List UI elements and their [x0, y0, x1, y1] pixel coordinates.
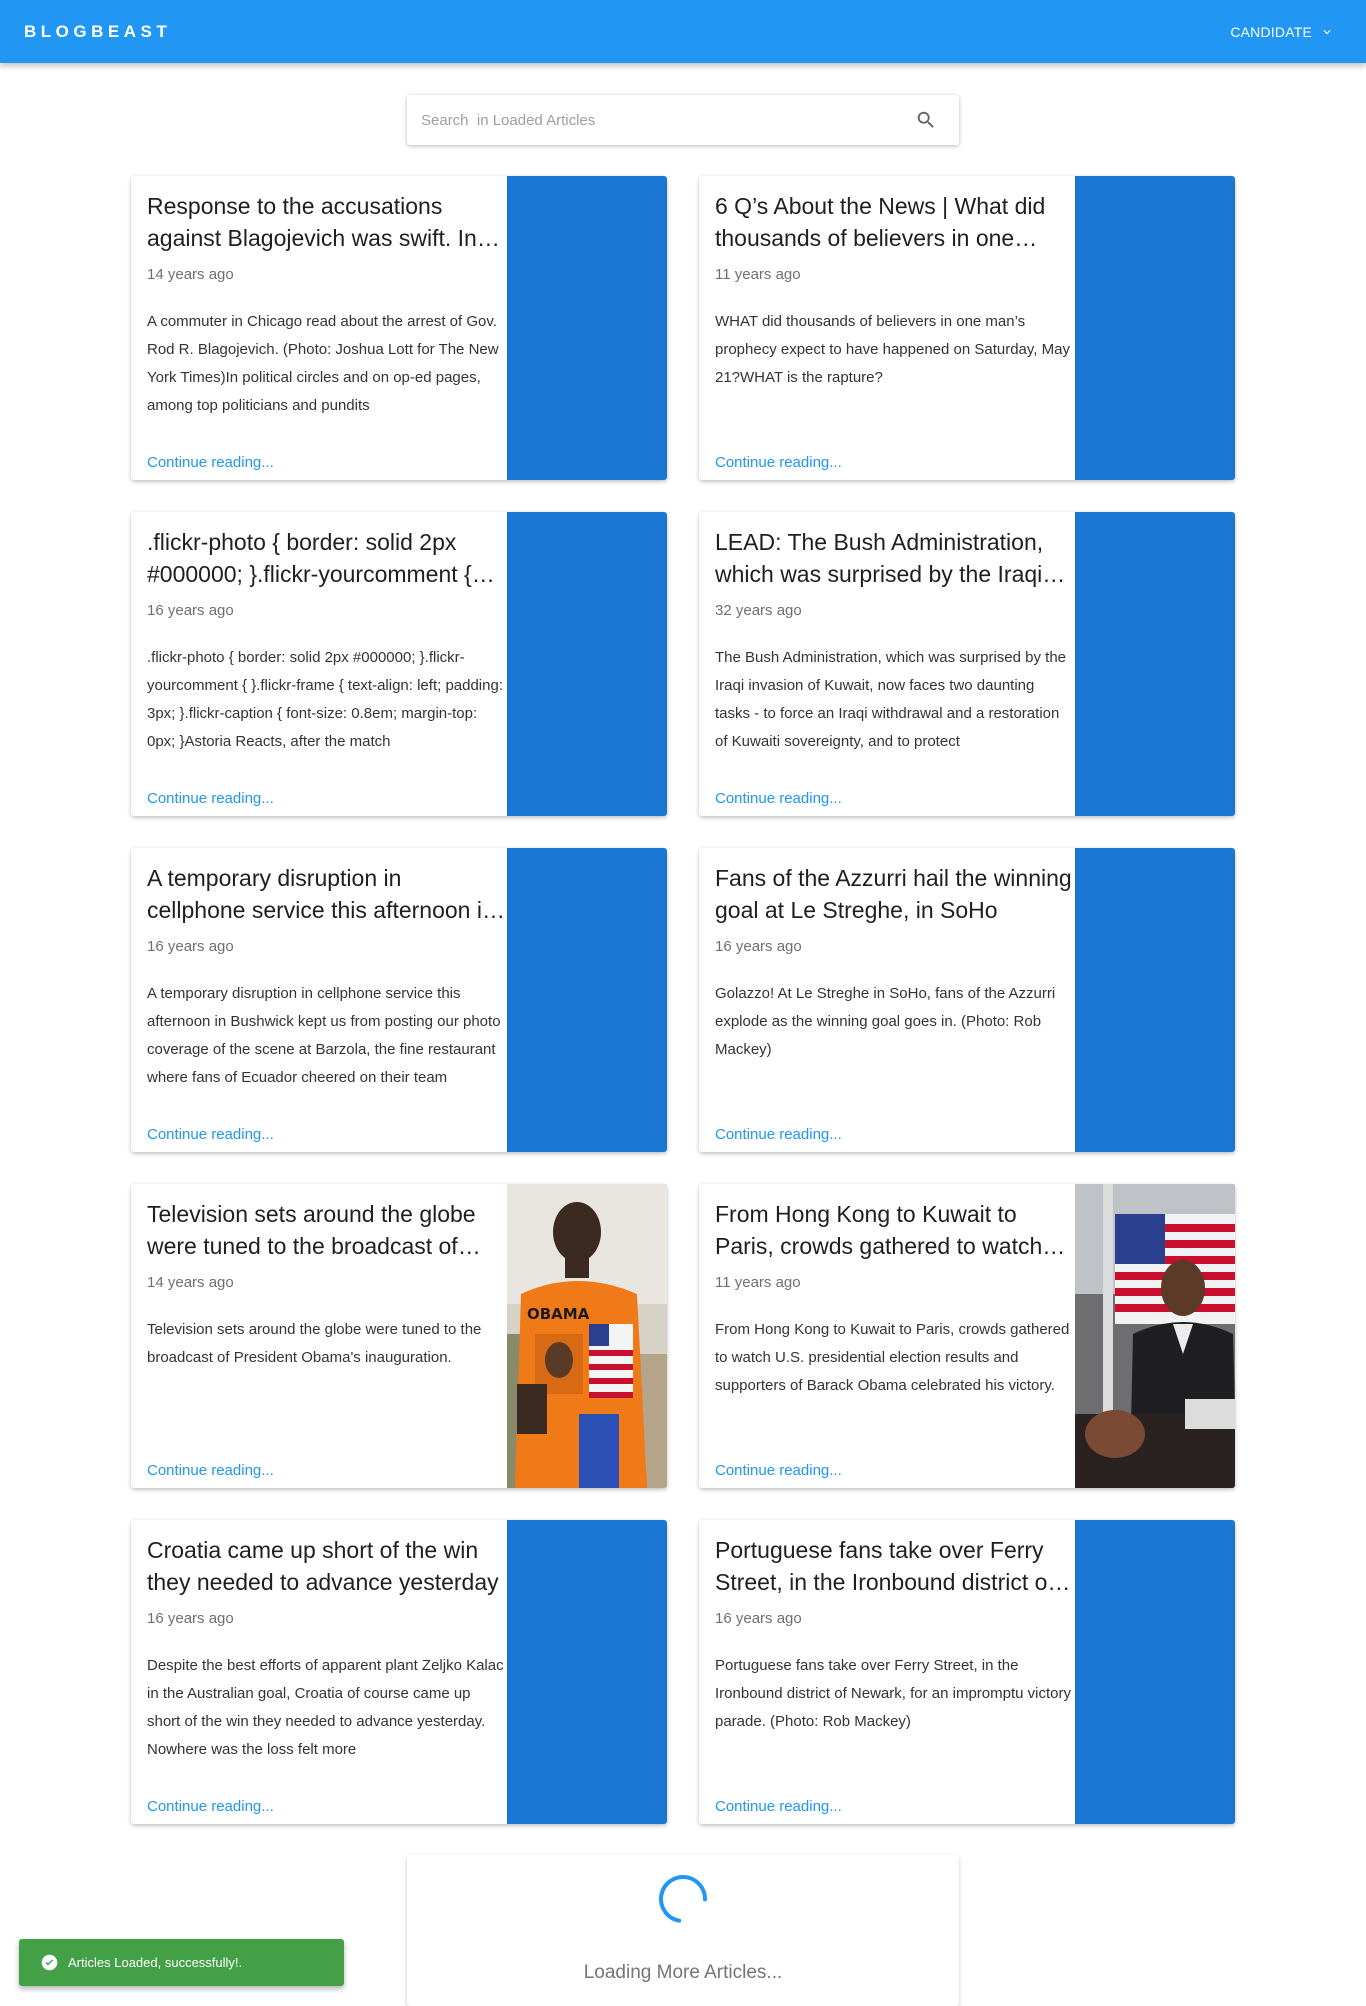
- continue-reading-link[interactable]: Continue reading...: [715, 1798, 842, 1815]
- article-media-placeholder: [507, 512, 667, 816]
- brand-logo[interactable]: BLOGBEAST: [24, 22, 171, 42]
- article-card: Television sets around the globe were tu…: [131, 1184, 667, 1488]
- article-title[interactable]: Croatia came up short of the win they ne…: [147, 1534, 505, 1598]
- continue-reading-link[interactable]: Continue reading...: [147, 454, 274, 471]
- article-card-body: Portuguese fans take over Ferry Street, …: [715, 1534, 1073, 1815]
- article-title[interactable]: A temporary disruption in cellphone serv…: [147, 862, 505, 926]
- continue-reading-link[interactable]: Continue reading...: [147, 1798, 274, 1815]
- user-menu-label: CANDIDATE: [1230, 23, 1312, 40]
- continue-reading-link[interactable]: Continue reading...: [715, 454, 842, 471]
- photo-obama-flag-icon: [1075, 1184, 1235, 1488]
- article-card-body: 6 Q’s About the News | What did thousand…: [715, 190, 1073, 471]
- toast-message: Articles Loaded, successfully!.: [68, 1955, 243, 1970]
- article-media-placeholder: [507, 1520, 667, 1824]
- article-photo: OBAMA: [507, 1184, 667, 1488]
- article-title[interactable]: LEAD: The Bush Administration, which was…: [715, 526, 1073, 590]
- article-photo: [1075, 1184, 1235, 1488]
- article-date: 16 years ago: [147, 602, 234, 619]
- article-card: Response to the accusations against Blag…: [131, 176, 667, 480]
- loading-more-text: Loading More Articles...: [583, 1962, 783, 1983]
- success-toast[interactable]: Articles Loaded, successfully!.: [19, 1939, 344, 1986]
- article-card: Fans of the Azzurri hail the winning goa…: [699, 848, 1235, 1152]
- article-excerpt: From Hong Kong to Kuwait to Paris, crowd…: [715, 1321, 1070, 1394]
- article-card: A temporary disruption in cellphone serv…: [131, 848, 667, 1152]
- spinner-icon: [659, 1875, 707, 1923]
- article-excerpt: A commuter in Chicago read about the arr…: [147, 313, 499, 414]
- svg-text:OBAMA: OBAMA: [527, 1305, 590, 1323]
- article-date: 14 years ago: [147, 1274, 234, 1291]
- article-title[interactable]: Fans of the Azzurri hail the winning goa…: [715, 862, 1073, 926]
- article-card: From Hong Kong to Kuwait to Paris, crowd…: [699, 1184, 1235, 1488]
- app-bar: BLOGBEAST CANDIDATE: [0, 0, 1366, 63]
- article-card-body: A temporary disruption in cellphone serv…: [147, 862, 505, 1143]
- search-box: [407, 95, 959, 145]
- article-title[interactable]: Portuguese fans take over Ferry Street, …: [715, 1534, 1073, 1598]
- article-card-body: Fans of the Azzurri hail the winning goa…: [715, 862, 1073, 1143]
- article-card: Croatia came up short of the win they ne…: [131, 1520, 667, 1824]
- article-title[interactable]: Television sets around the globe were tu…: [147, 1198, 505, 1262]
- article-date: 14 years ago: [147, 266, 234, 283]
- article-excerpt: The Bush Administration, which was surpr…: [715, 649, 1066, 750]
- article-excerpt: A temporary disruption in cellphone serv…: [147, 985, 501, 1086]
- article-card-body: Croatia came up short of the win they ne…: [147, 1534, 505, 1815]
- article-title[interactable]: .flickr-photo { border: solid 2px #00000…: [147, 526, 505, 590]
- article-excerpt: Portuguese fans take over Ferry Street, …: [715, 1657, 1071, 1730]
- search-icon[interactable]: [915, 109, 937, 131]
- article-excerpt: .flickr-photo { border: solid 2px #00000…: [147, 649, 503, 750]
- article-date: 11 years ago: [715, 266, 801, 283]
- article-media-placeholder: [507, 848, 667, 1152]
- article-card-body: Television sets around the globe were tu…: [147, 1198, 505, 1479]
- article-date: 16 years ago: [147, 1610, 234, 1627]
- article-date: 11 years ago: [715, 1274, 801, 1291]
- article-card: 6 Q’s About the News | What did thousand…: [699, 176, 1235, 480]
- article-media-placeholder: [1075, 512, 1235, 816]
- article-media-placeholder: [1075, 848, 1235, 1152]
- article-media-placeholder: [507, 176, 667, 480]
- article-card-body: From Hong Kong to Kuwait to Paris, crowd…: [715, 1198, 1073, 1479]
- article-date: 16 years ago: [715, 938, 802, 955]
- continue-reading-link[interactable]: Continue reading...: [715, 1126, 842, 1143]
- continue-reading-link[interactable]: Continue reading...: [147, 790, 274, 807]
- article-title[interactable]: Response to the accusations against Blag…: [147, 190, 505, 254]
- continue-reading-link[interactable]: Continue reading...: [715, 1462, 842, 1479]
- article-card-body: LEAD: The Bush Administration, which was…: [715, 526, 1073, 807]
- article-media-placeholder: [1075, 176, 1235, 480]
- article-media-placeholder: [1075, 1520, 1235, 1824]
- article-excerpt: Television sets around the globe were tu…: [147, 1321, 482, 1366]
- article-card-body: Response to the accusations against Blag…: [147, 190, 505, 471]
- check-circle-icon: [41, 1954, 58, 1971]
- article-excerpt: Despite the best efforts of apparent pla…: [147, 1657, 504, 1758]
- user-menu-button[interactable]: CANDIDATE: [1230, 24, 1334, 40]
- article-date: 32 years ago: [715, 602, 802, 619]
- loading-more-panel: Loading More Articles...: [407, 1855, 959, 2006]
- continue-reading-link[interactable]: Continue reading...: [147, 1126, 274, 1143]
- article-card: .flickr-photo { border: solid 2px #00000…: [131, 512, 667, 816]
- article-card-body: .flickr-photo { border: solid 2px #00000…: [147, 526, 505, 807]
- search-input[interactable]: [419, 99, 915, 141]
- continue-reading-link[interactable]: Continue reading...: [715, 790, 842, 807]
- article-title[interactable]: 6 Q’s About the News | What did thousand…: [715, 190, 1073, 254]
- article-excerpt: WHAT did thousands of believers in one m…: [715, 313, 1070, 386]
- photo-man-orange-shirt-icon: OBAMA: [507, 1184, 667, 1488]
- article-date: 16 years ago: [715, 1610, 802, 1627]
- article-title[interactable]: From Hong Kong to Kuwait to Paris, crowd…: [715, 1198, 1073, 1262]
- article-card: Portuguese fans take over Ferry Street, …: [699, 1520, 1235, 1824]
- article-card: LEAD: The Bush Administration, which was…: [699, 512, 1235, 816]
- article-date: 16 years ago: [147, 938, 234, 955]
- article-excerpt: Golazzo! At Le Streghe in SoHo, fans of …: [715, 985, 1056, 1058]
- continue-reading-link[interactable]: Continue reading...: [147, 1462, 274, 1479]
- chevron-down-icon: [1323, 29, 1331, 34]
